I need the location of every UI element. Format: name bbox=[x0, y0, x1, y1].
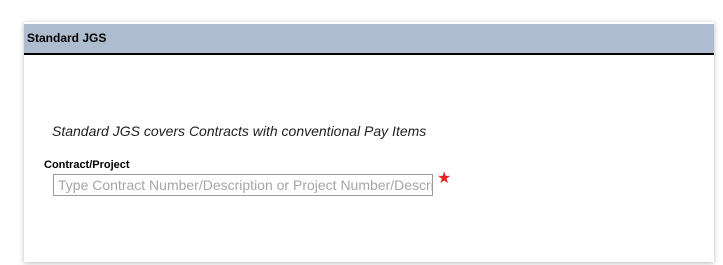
contract-project-input[interactable] bbox=[53, 174, 433, 196]
contract-project-label: Contract/Project bbox=[44, 159, 130, 171]
page: Standard JGS Standard JGS covers Contrac… bbox=[0, 0, 723, 265]
section-title: Standard JGS bbox=[27, 31, 107, 45]
required-star-icon: ★ bbox=[437, 168, 452, 187]
section-description: Standard JGS covers Contracts with conve… bbox=[52, 123, 427, 139]
section-header: Standard JGS bbox=[24, 24, 714, 55]
standard-jgs-panel: Standard JGS Standard JGS covers Contrac… bbox=[24, 22, 714, 262]
